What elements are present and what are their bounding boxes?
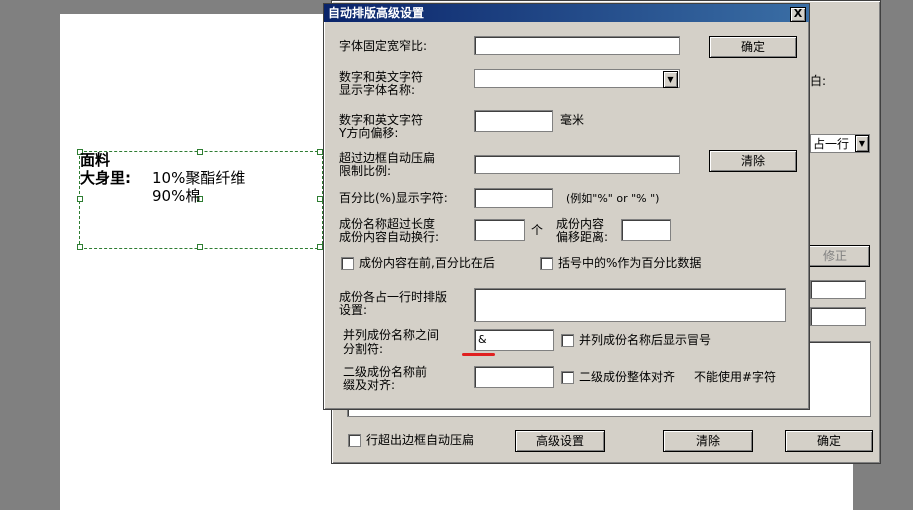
- parent-ok-button[interactable]: 确定: [785, 430, 873, 452]
- checkbox[interactable]: [348, 434, 361, 447]
- y-offset-label-2: Y方向偏移:: [339, 126, 399, 140]
- parent-layout-dropdown-value: 占一行: [813, 137, 850, 151]
- parent-clear-button[interactable]: 清除: [663, 430, 753, 452]
- fix-button[interactable]: 修正: [800, 245, 870, 267]
- level2-label-2: 缀及对齐:: [343, 378, 396, 392]
- checkbox[interactable]: [561, 371, 574, 384]
- name-length-unit: 个: [531, 223, 544, 237]
- label-value-cotton: 90%棉: [152, 187, 201, 205]
- level2-prefix-input[interactable]: [474, 366, 554, 388]
- clear-button[interactable]: 清除: [709, 150, 797, 172]
- checkbox[interactable]: [341, 257, 354, 270]
- chevron-down-icon: ▼: [855, 135, 869, 152]
- level2-align-label: 二级成份整体对齐: [579, 370, 676, 384]
- advanced-settings-button[interactable]: 高级设置: [515, 430, 605, 452]
- name-length-input[interactable]: [474, 219, 525, 241]
- advanced-layout-dialog: 自动排版高级设置 X 字体固定宽窄比: 确定 数字和英文字符 显示字体名称: ▼…: [323, 3, 810, 410]
- separator-label-1: 并列成份名称之间: [343, 328, 440, 342]
- parent-layout-dropdown[interactable]: 占一行 ▼: [810, 134, 870, 153]
- resize-handle[interactable]: [197, 149, 203, 155]
- compress-label-2: 限制比例:: [339, 164, 392, 178]
- percent-char-label: 百分比(%)显示字符:: [339, 191, 448, 205]
- content-offset-label-2: 偏移距离:: [556, 230, 609, 244]
- row-layout-input[interactable]: [474, 288, 786, 322]
- font-ratio-input[interactable]: [474, 36, 680, 55]
- dialog-title: 自动排版高级设置: [328, 6, 425, 20]
- resize-handle[interactable]: [77, 196, 83, 202]
- resize-handle[interactable]: [77, 244, 83, 250]
- auto-compress-row-label: 行超出边框自动压扁: [366, 433, 475, 447]
- content-first-label: 成份内容在前,百分比在后: [359, 256, 495, 270]
- show-colon-checkbox-row[interactable]: 并列成份名称后显示冒号: [561, 334, 711, 347]
- level2-align-checkbox-row[interactable]: 二级成份整体对齐: [561, 371, 675, 384]
- auto-compress-row-checkbox[interactable]: 行超出边框自动压扁: [348, 434, 474, 447]
- compress-ratio-input[interactable]: [474, 155, 680, 174]
- red-underline-annotation: [462, 353, 495, 356]
- content-offset-input[interactable]: [621, 219, 671, 241]
- checkbox[interactable]: [540, 257, 553, 270]
- separator-input[interactable]: &: [474, 329, 554, 351]
- y-offset-input[interactable]: [474, 110, 553, 132]
- font-ratio-label: 字体固定宽窄比:: [339, 39, 428, 53]
- parent-partial-label: 白:: [810, 74, 827, 88]
- percent-char-input[interactable]: [474, 188, 553, 208]
- font-name-label-2: 显示字体名称:: [339, 83, 416, 97]
- ok-button[interactable]: 确定: [709, 36, 797, 58]
- separator-label-2: 分割符:: [343, 342, 384, 356]
- parent-field-2[interactable]: [810, 307, 866, 326]
- dialog-titlebar[interactable]: 自动排版高级设置: [324, 4, 809, 22]
- y-offset-unit: 毫米: [560, 113, 585, 127]
- content-first-checkbox-row[interactable]: 成份内容在前,百分比在后: [341, 257, 495, 270]
- label-line-fabric: 面料: [80, 151, 111, 169]
- show-colon-label: 并列成份名称后显示冒号: [579, 333, 712, 347]
- label-line-body-lining: 大身里:: [80, 169, 131, 187]
- checkbox[interactable]: [561, 334, 574, 347]
- bracket-percent-checkbox-row[interactable]: 括号中的%作为百分比数据: [540, 257, 701, 270]
- name-length-label-2: 成份内容自动换行:: [339, 230, 440, 244]
- close-icon[interactable]: X: [790, 7, 806, 22]
- percent-char-hint: (例如"%" or "% "): [566, 192, 660, 205]
- parent-field-1[interactable]: [810, 280, 866, 299]
- no-hash-note: 不能使用#字符: [694, 370, 777, 384]
- font-name-dropdown[interactable]: ▼: [474, 69, 680, 88]
- label-value-polyester: 10%聚酯纤维: [152, 169, 246, 187]
- resize-handle[interactable]: [197, 244, 203, 250]
- row-layout-label-2: 设置:: [339, 303, 368, 317]
- chevron-down-icon: ▼: [663, 71, 678, 88]
- bracket-percent-label: 括号中的%作为百分比数据: [558, 256, 702, 270]
